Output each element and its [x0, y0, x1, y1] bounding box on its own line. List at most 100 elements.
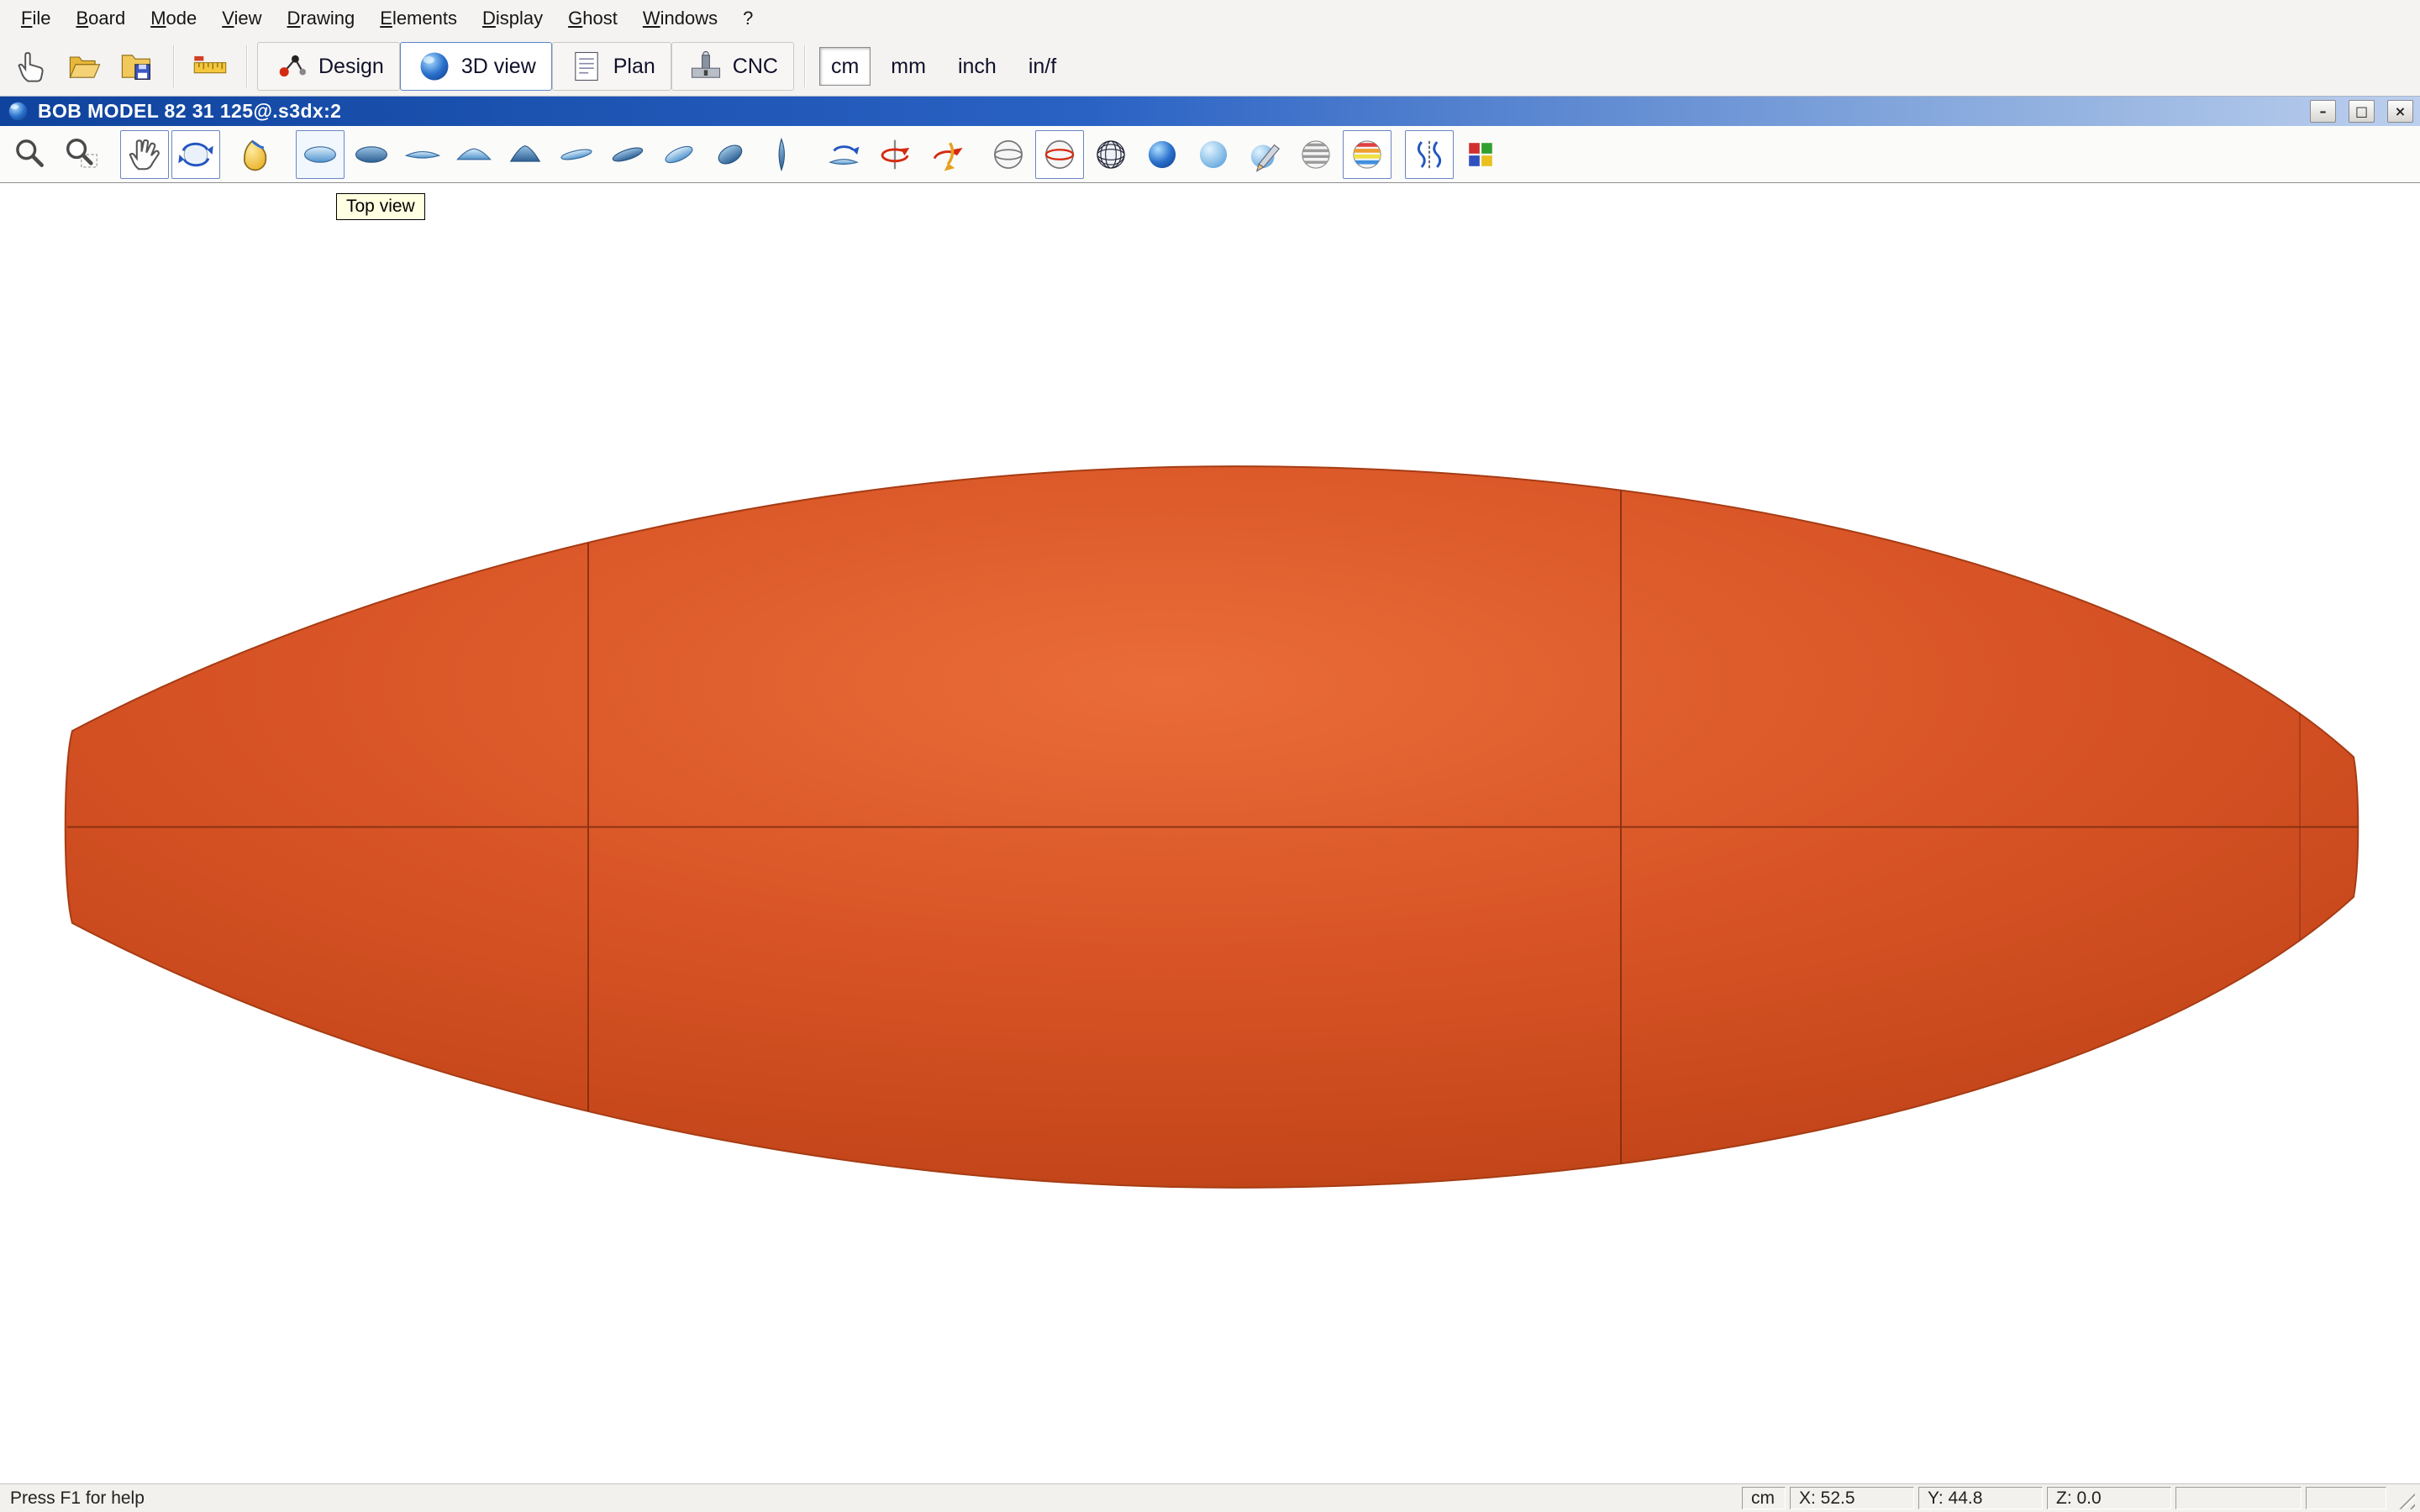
design-mode-label: Design — [318, 54, 384, 78]
unit-inf-button[interactable]: in/f — [1017, 47, 1068, 86]
view-toolbar — [0, 126, 2420, 183]
perspective-5-button[interactable] — [757, 130, 806, 179]
rotate-y-button[interactable] — [871, 130, 919, 179]
perspective-1-icon — [560, 149, 592, 160]
outline-view-icon — [404, 150, 441, 159]
pointer-hand-icon — [18, 52, 44, 82]
zoom-icon — [16, 139, 44, 167]
maximize-button[interactable]: □ — [2349, 100, 2375, 123]
wireframe-sphere-icon — [994, 139, 1023, 169]
menu-item-view[interactable]: View — [209, 4, 274, 33]
wireframe-red-sphere-button[interactable] — [1035, 129, 1084, 179]
light-group — [234, 130, 282, 179]
menu-item-windows[interactable]: Windows — [630, 4, 730, 33]
perspective-2-button[interactable] — [603, 130, 652, 179]
flip-board-button[interactable] — [819, 130, 868, 179]
color-striped-sphere-button[interactable] — [1343, 129, 1392, 179]
perspective-4-button[interactable] — [706, 130, 755, 179]
menu-item-help[interactable]: ? — [730, 4, 765, 33]
menu-item-board[interactable]: Board — [63, 4, 138, 33]
rotate-x-button[interactable] — [922, 130, 971, 179]
folder-disk-icon — [121, 55, 150, 80]
menu-item-file[interactable]: File — [8, 4, 63, 33]
menu-item-display[interactable]: Display — [470, 4, 555, 33]
perspective-4-icon — [718, 144, 743, 164]
front-view-button[interactable] — [450, 130, 498, 179]
status-extra-panel — [2306, 1487, 2386, 1509]
wireframe-red-sphere-icon — [1044, 139, 1075, 169]
rotate-3d-icon — [178, 142, 213, 166]
unit-cm-button[interactable]: cm — [818, 47, 871, 86]
mesh-sphere-button[interactable] — [1086, 130, 1135, 179]
color-striped-sphere-icon — [1353, 139, 1381, 169]
menu-item-ghost[interactable]: Ghost — [555, 4, 630, 33]
pan-icon — [129, 139, 160, 170]
open-folder-icon — [69, 56, 101, 78]
rotate-y-icon — [881, 139, 910, 169]
top-view-button[interactable] — [296, 129, 345, 179]
status-bar: Press F1 for help cm X: 52.5 Y: 44.8 Z: … — [0, 1483, 2420, 1512]
pan-button[interactable] — [120, 129, 169, 179]
smooth-sphere-icon — [1199, 140, 1228, 168]
document-title-bar[interactable]: BOB MODEL 82 31 125@.s3dx:2 – □ × — [0, 96, 2420, 126]
plan-mode-label: Plan — [613, 54, 655, 78]
view3d-mode-label: 3D view — [460, 54, 536, 78]
menu-item-mode[interactable]: Mode — [138, 4, 209, 33]
open-file-button[interactable] — [59, 42, 111, 91]
design-mode-button[interactable]: Design — [257, 42, 400, 91]
rotate-3d-button[interactable] — [171, 129, 220, 179]
view3d-mode-button[interactable]: 3D view — [399, 42, 552, 91]
bottom-view-icon — [355, 145, 387, 163]
close-button[interactable]: × — [2387, 100, 2413, 123]
curvature-icon — [1417, 140, 1442, 168]
window-title: BOB MODEL 82 31 125@.s3dx:2 — [38, 100, 342, 122]
resize-grip[interactable] — [2393, 1487, 2415, 1509]
paint-sphere-button[interactable] — [1240, 130, 1289, 179]
paint-sphere-icon — [1250, 144, 1281, 172]
color-squares-button[interactable] — [1456, 130, 1505, 179]
cnc-icon — [691, 50, 720, 78]
back-view-button[interactable] — [501, 130, 550, 179]
top-view-icon — [304, 145, 336, 163]
perspective-2-icon — [612, 147, 644, 161]
perspective-3-button[interactable] — [655, 130, 703, 179]
outline-view-button[interactable] — [398, 130, 447, 179]
window-sphere-icon — [7, 100, 29, 123]
viewport-3d[interactable]: Top view — [0, 183, 2420, 1483]
status-x-panel: X: 52.5 — [1790, 1487, 1914, 1509]
status-help-text: Press F1 for help — [10, 1488, 145, 1508]
unit-mm-button[interactable]: mm — [879, 47, 938, 86]
menu-item-elements[interactable]: Elements — [367, 4, 470, 33]
flip-board-icon — [829, 144, 860, 165]
color-squares-icon — [1469, 142, 1492, 166]
status-y-panel: Y: 44.8 — [1918, 1487, 2043, 1509]
toolbar-separator — [173, 45, 174, 87]
measure-button[interactable] — [184, 42, 236, 91]
design-icon — [279, 55, 307, 77]
analysis-group — [1405, 129, 1505, 179]
navigate-group — [120, 129, 220, 179]
smooth-sphere-button[interactable] — [1189, 130, 1238, 179]
menu-bar: File Board Mode View Drawing Elements Di… — [0, 0, 2420, 37]
save-file-button[interactable] — [111, 42, 163, 91]
plan-mode-button[interactable]: Plan — [551, 42, 671, 91]
bottom-view-button[interactable] — [347, 130, 396, 179]
zoom-group — [7, 130, 107, 179]
zoom-button[interactable] — [7, 130, 55, 179]
cnc-mode-button[interactable]: CNC — [671, 42, 794, 91]
striped-sphere-button[interactable] — [1292, 130, 1340, 179]
menu-item-drawing[interactable]: Drawing — [275, 4, 368, 33]
light-button[interactable] — [234, 130, 282, 179]
main-toolbar: Design 3D view Plan CNC cm mm inch in/f — [0, 37, 2420, 96]
perspective-1-button[interactable] — [552, 130, 601, 179]
curvature-button[interactable] — [1405, 129, 1454, 179]
status-z-panel: Z: 0.0 — [2047, 1487, 2171, 1509]
zoom-window-button[interactable] — [58, 130, 107, 179]
rotate-x-icon — [933, 141, 963, 171]
zoom-window-icon — [66, 138, 97, 168]
unit-inch-button[interactable]: inch — [946, 47, 1008, 86]
pointer-tool-button[interactable] — [7, 42, 59, 91]
wireframe-sphere-button[interactable] — [984, 130, 1033, 179]
shaded-sphere-button[interactable] — [1138, 130, 1186, 179]
minimize-button[interactable]: – — [2310, 100, 2336, 123]
